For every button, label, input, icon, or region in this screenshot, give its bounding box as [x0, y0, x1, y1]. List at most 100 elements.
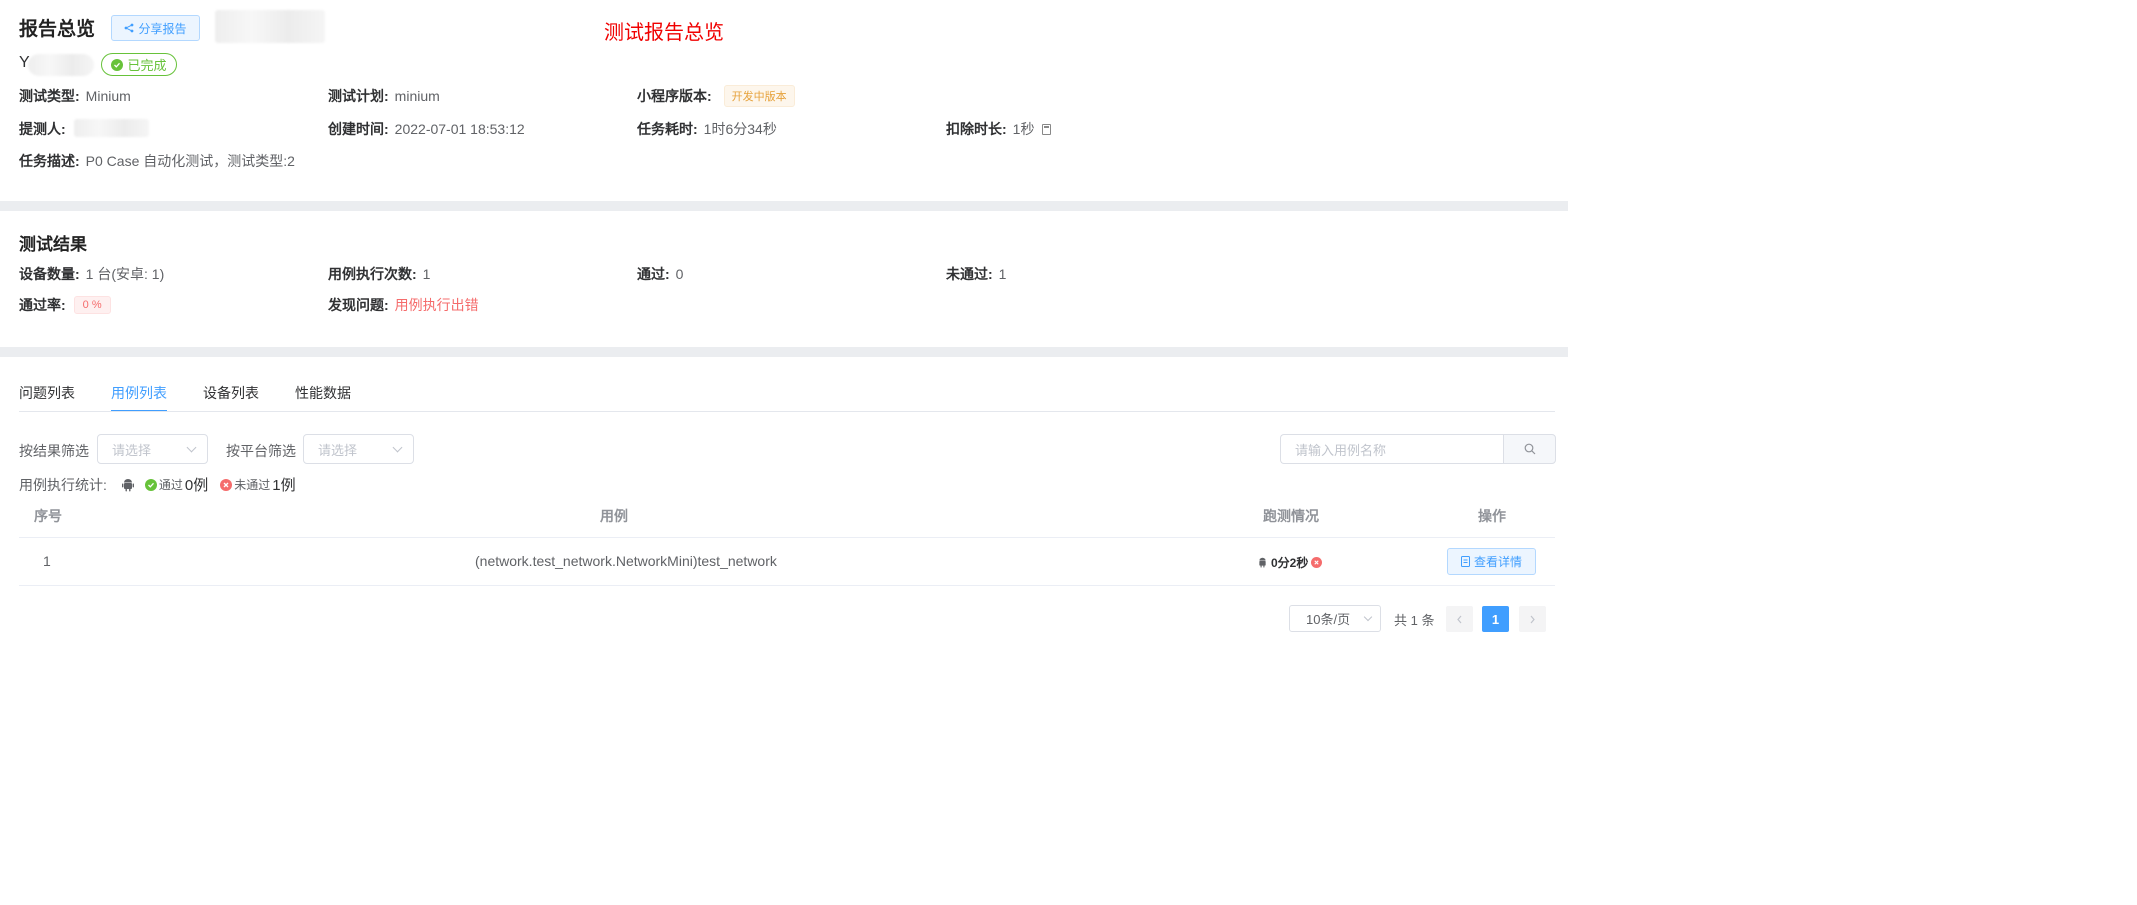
result-filter-label: 按结果筛选 — [19, 443, 89, 459]
passed-count-value: 0 — [675, 266, 684, 282]
search-button[interactable] — [1503, 434, 1556, 464]
android-icon — [121, 478, 134, 491]
task-description-value: P0 Case 自动化测试，测试类型:2 — [85, 153, 295, 169]
failed-count-value: 1 — [998, 266, 1007, 282]
android-icon — [1259, 557, 1266, 568]
fail-close-icon — [1311, 557, 1323, 568]
passed-count: 通过: 0 — [637, 264, 683, 284]
column-header-run-status: 跑测情况 — [1263, 508, 1319, 524]
view-details-label: 查看详情 — [1473, 555, 1522, 569]
failed-count: 未通过: 1 — [946, 264, 1006, 284]
row-index: 1 — [43, 553, 51, 569]
view-details-button[interactable]: 查看详情 — [1447, 548, 1536, 575]
page-number-button[interactable]: 1 — [1482, 606, 1509, 632]
deduct-duration-value: 1秒 — [1012, 121, 1035, 137]
mp-version-tag: 开发中版本 — [723, 85, 795, 107]
created-time: 创建时间: 2022-07-01 18:53:12 — [328, 119, 525, 139]
next-page-button[interactable] — [1519, 606, 1546, 632]
column-header-index: 序号 — [34, 508, 62, 524]
chevron-down-icon — [392, 442, 403, 453]
tab-issues[interactable]: 问题列表 — [19, 382, 75, 412]
chevron-down-icon — [1363, 612, 1373, 622]
column-header-case: 用例 — [600, 508, 628, 524]
test-type: 测试类型: Minium — [19, 86, 131, 106]
task-description: 任务描述: P0 Case 自动化测试，测试类型:2 — [19, 151, 295, 171]
status-badge: 已完成 — [101, 53, 177, 76]
share-report-label: 分享报告 — [138, 21, 187, 36]
redacted-project-name — [28, 54, 94, 76]
prev-page-button[interactable] — [1446, 606, 1473, 632]
results-title: 测试结果 — [19, 235, 87, 254]
total-count: 共 1 条 — [1394, 613, 1435, 628]
task-description-label: 任务描述: — [19, 153, 80, 169]
deduct-duration: 扣除时长: 1秒 — [946, 119, 1052, 139]
search-icon — [1524, 443, 1535, 455]
pass-check-icon — [144, 478, 157, 491]
case-run-count-label: 用例执行次数: — [328, 266, 417, 282]
chevron-right-icon — [1530, 615, 1535, 623]
table-row-divider — [19, 585, 1555, 586]
test-plan: 测试计划: minium — [328, 86, 440, 106]
task-duration-value: 1时6分34秒 — [703, 121, 777, 137]
issues-found-link[interactable]: 用例执行出错 — [395, 295, 479, 315]
share-icon — [125, 23, 134, 33]
device-count-value: 1 台(安卓: 1) — [85, 266, 165, 282]
column-header-action: 操作 — [1478, 508, 1506, 524]
device-count-label: 设备数量: — [19, 266, 80, 282]
result-filter-select[interactable]: 请选择 — [97, 434, 208, 464]
chevron-down-icon — [186, 442, 197, 453]
stats-fail-label: 未通过 — [234, 478, 271, 492]
issues-found-label: 发现问题: — [328, 297, 389, 313]
case-run-count: 用例执行次数: 1 — [328, 264, 430, 284]
row-run-time: 0分2秒 — [1271, 556, 1309, 570]
platform-filter-select[interactable]: 请选择 — [303, 434, 414, 464]
section-divider — [0, 201, 1568, 211]
status-label: 已完成 — [127, 58, 167, 73]
row-case-name: (network.test_network.NetworkMini)test_n… — [475, 553, 777, 569]
page-size-value: 10条/页 — [1306, 612, 1351, 627]
case-search-placeholder: 请输入用例名称 — [1295, 442, 1387, 458]
calculator-icon[interactable] — [1042, 123, 1052, 135]
tabs-underline — [19, 411, 1555, 412]
test-plan-label: 测试计划: — [328, 88, 389, 104]
chevron-left-icon — [1457, 615, 1462, 623]
device-count: 设备数量: 1 台(安卓: 1) — [19, 264, 164, 284]
stats-pass-count: 0例 — [184, 477, 209, 494]
tester-label: 提测人: — [19, 121, 66, 137]
table-header-divider — [19, 537, 1555, 538]
mp-version-label: 小程序版本: — [637, 88, 712, 104]
passed-count-label: 通过: — [637, 266, 670, 282]
case-search-input[interactable]: 请输入用例名称 — [1280, 434, 1504, 464]
case-run-count-value: 1 — [422, 266, 431, 282]
task-duration-label: 任务耗时: — [637, 121, 698, 137]
pass-rate-tag: 0 % — [73, 296, 111, 314]
stats-pass-label: 通过 — [158, 478, 183, 492]
section-divider — [0, 347, 1568, 357]
pass-rate: 通过率: 0 % — [19, 295, 111, 315]
pass-rate-label: 通过率: — [19, 297, 66, 313]
test-plan-value: minium — [394, 88, 440, 104]
tester: 提测人: — [19, 119, 66, 139]
task-duration: 任务耗时: 1时6分34秒 — [637, 119, 777, 139]
mp-version: 小程序版本: 开发中版本 — [637, 85, 795, 107]
tab-performance[interactable]: 性能数据 — [295, 382, 351, 412]
stats-label: 用例执行统计: — [19, 476, 107, 493]
created-time-label: 创建时间: — [328, 121, 389, 137]
deduct-duration-label: 扣除时长: — [946, 121, 1007, 137]
tab-cases[interactable]: 用例列表 — [111, 382, 167, 412]
issues-found: 发现问题: 用例执行出错 — [328, 295, 479, 315]
fail-close-icon — [220, 478, 233, 491]
created-time-value: 2022-07-01 18:53:12 — [394, 121, 525, 137]
redacted-tester-name — [74, 119, 149, 137]
tab-devices[interactable]: 设备列表 — [203, 382, 259, 412]
share-report-button[interactable]: 分享报告 — [111, 15, 200, 41]
case-execution-stats: 用例执行统计: 通过 0例 未通过 1例 — [19, 474, 296, 495]
failed-count-label: 未通过: — [946, 266, 993, 282]
stats-fail-count: 1例 — [272, 477, 296, 494]
test-type-value: Minium — [85, 88, 131, 104]
row-run-status: 0分2秒 — [1257, 554, 1323, 571]
page-title: 报告总览 — [19, 19, 96, 40]
document-icon — [1460, 556, 1470, 567]
page-size-select[interactable]: 10条/页 — [1289, 605, 1381, 632]
check-circle-icon — [111, 58, 124, 71]
